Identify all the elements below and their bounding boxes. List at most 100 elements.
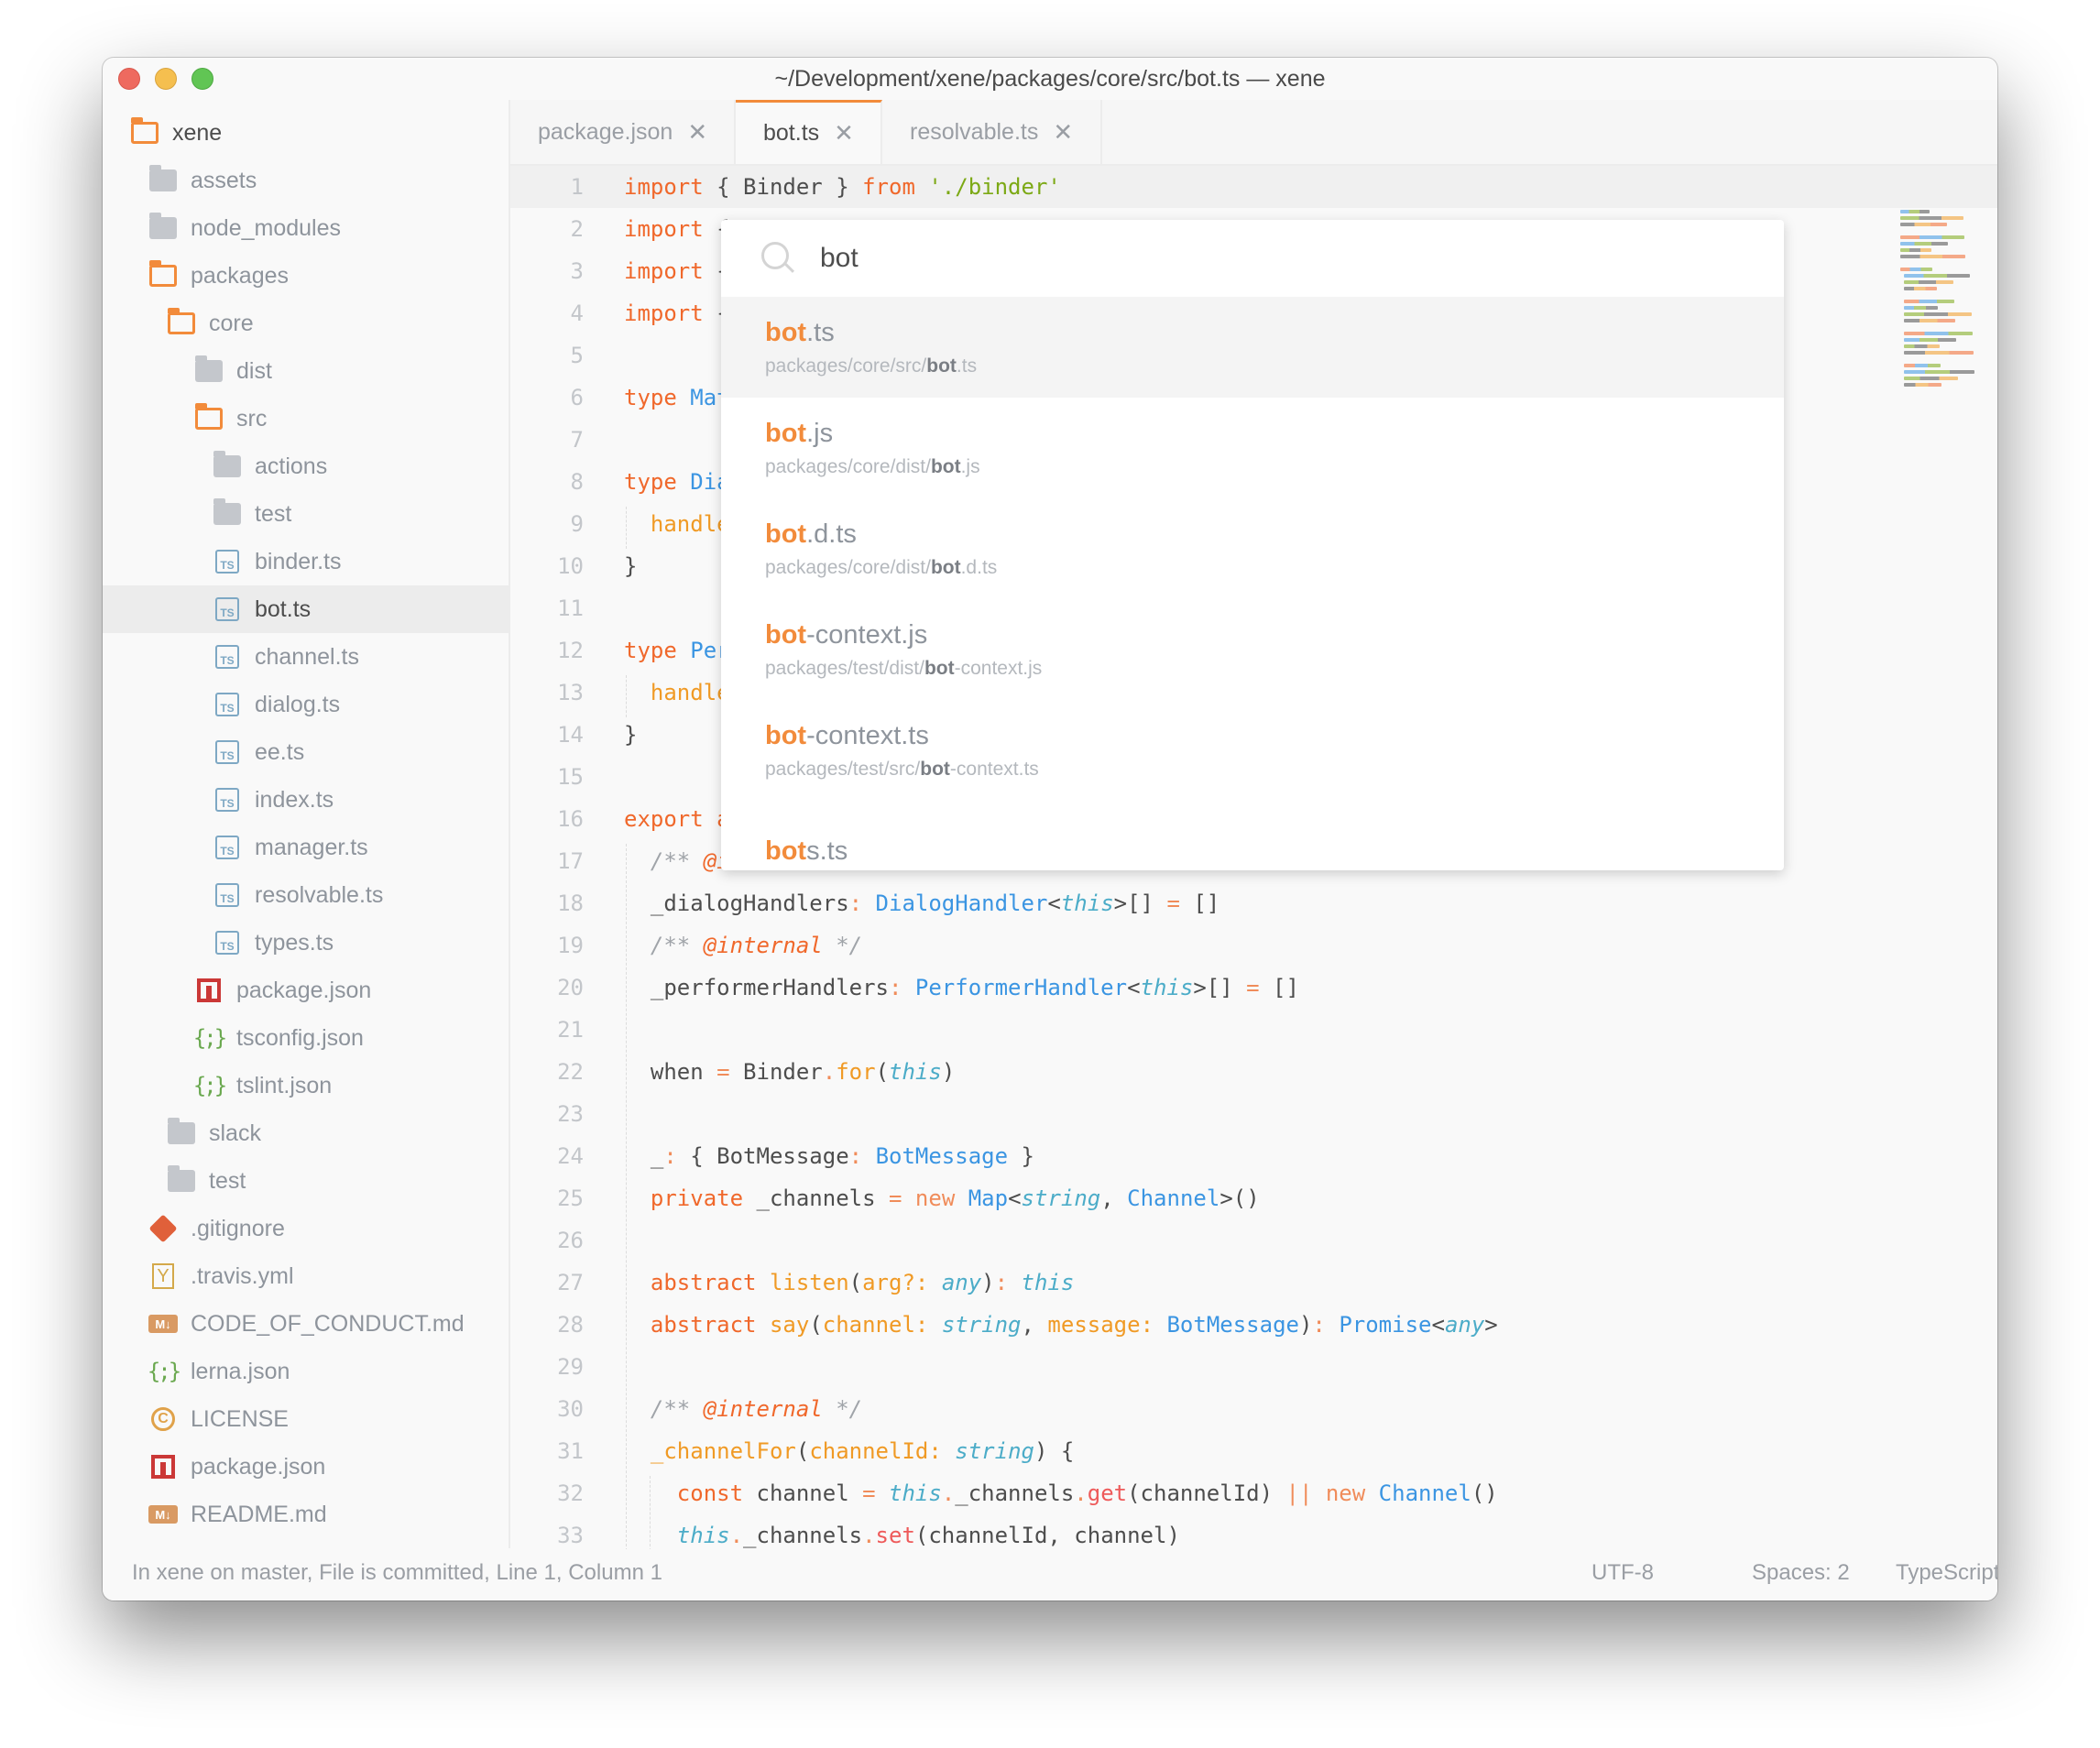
code-line[interactable]: 31 _channelFor(channelId: string) { xyxy=(510,1430,1997,1472)
json-icon-glyph: {;} xyxy=(192,1025,227,1051)
code-line[interactable]: 29 xyxy=(510,1346,1997,1388)
tree-folder[interactable]: core xyxy=(103,300,509,347)
tree-folder[interactable]: dist xyxy=(103,347,509,395)
finder-result[interactable]: bot-context.js packages/test/dist/bot-con… xyxy=(721,599,1784,700)
tree-folder[interactable]: test xyxy=(103,1157,509,1205)
typescript-icon: TS xyxy=(213,787,242,813)
zoom-window-button[interactable] xyxy=(191,68,213,90)
status-encoding[interactable]: UTF-8 xyxy=(1591,1560,1654,1586)
typescript-icon-glyph: TS xyxy=(215,836,239,859)
close-tab-icon[interactable]: ✕ xyxy=(1053,118,1073,147)
close-tab-icon[interactable]: ✕ xyxy=(834,119,854,147)
tree-item-label: actions xyxy=(255,453,328,479)
indent-guide xyxy=(650,1476,651,1549)
tree-file[interactable]: TS index.ts xyxy=(103,776,509,824)
line-number: 14 xyxy=(557,722,584,748)
code-line[interactable]: 21 xyxy=(510,1009,1997,1051)
tree-folder[interactable]: node_modules xyxy=(103,204,509,252)
tree-file[interactable]: M↓ CODE_OF_CONDUCT.md xyxy=(103,1300,509,1348)
tree-file[interactable]: package.json xyxy=(103,967,509,1014)
result-rest: -context.ts xyxy=(806,720,929,750)
folder-open-icon-glyph xyxy=(149,260,177,287)
tree-folder[interactable]: src xyxy=(103,395,509,442)
tree-file[interactable]: M↓ README.md xyxy=(103,1491,509,1538)
code-line[interactable]: 18 _dialogHandlers: DialogHandler<this>[… xyxy=(510,882,1997,924)
tree-file[interactable]: TS channel.ts xyxy=(103,633,509,681)
tree-file[interactable]: {;} tslint.json xyxy=(103,1062,509,1109)
code-line[interactable]: 33 this._channels.set(channelId, channel… xyxy=(510,1514,1997,1549)
code-line[interactable]: 23 xyxy=(510,1093,1997,1135)
folder-icon xyxy=(167,1118,196,1146)
tab-bot-ts[interactable]: bot.ts ✕ xyxy=(736,100,882,164)
tree-file[interactable]: package.json xyxy=(103,1443,509,1491)
finder-result[interactable]: bot-context.ts packages/test/src/bot-cont… xyxy=(721,700,1784,801)
tree-folder[interactable]: actions xyxy=(103,442,509,490)
status-indentation[interactable]: Spaces: 2 xyxy=(1752,1560,1850,1586)
tree-folder[interactable]: packages xyxy=(103,252,509,300)
status-grammar[interactable]: TypeScript xyxy=(1896,1560,1997,1586)
code-text: /** @internal */ xyxy=(650,933,863,958)
code-line[interactable]: 27 abstract listen(arg?: any): this xyxy=(510,1262,1997,1304)
tree-file[interactable]: {;} tsconfig.json xyxy=(103,1014,509,1062)
tree-file[interactable]: TS manager.ts xyxy=(103,824,509,871)
code-line[interactable]: 20 _performerHandlers: PerformerHandler<… xyxy=(510,967,1997,1009)
typescript-icon: TS xyxy=(213,930,242,956)
path-rest: -context.js xyxy=(954,657,1043,679)
minimize-window-button[interactable] xyxy=(155,68,177,90)
fuzzy-finder-panel: bot.tspackages/core/src/bot.tsbot.jspack… xyxy=(721,220,1784,870)
tree-file[interactable]: {;} lerna.json xyxy=(103,1348,509,1395)
tree-file[interactable]: TS binder.ts xyxy=(103,538,509,585)
finder-result[interactable]: bot.ts packages/core/src/bot.ts xyxy=(721,297,1784,398)
tree-folder[interactable]: test xyxy=(103,490,509,538)
line-number: 7 xyxy=(570,427,584,453)
close-window-button[interactable] xyxy=(118,68,140,90)
tree-item-label: node_modules xyxy=(191,214,342,241)
folder-icon-glyph xyxy=(168,1118,195,1144)
tree-file[interactable]: TS bot.ts xyxy=(103,585,509,633)
code-line[interactable]: 1 import { Binder } from './binder' xyxy=(510,166,1997,208)
tab-resolvable-ts[interactable]: resolvable.ts ✕ xyxy=(882,100,1102,164)
path-prefix: packages/test/dist/ xyxy=(765,657,924,679)
json-icon-glyph: {;} xyxy=(192,1073,227,1098)
tree-file[interactable]: TS types.ts xyxy=(103,919,509,967)
line-number: 12 xyxy=(557,638,584,663)
tree-file[interactable]: TS resolvable.ts xyxy=(103,871,509,919)
code-text: _: { BotMessage: BotMessage } xyxy=(624,1143,1034,1169)
path-match: bot xyxy=(930,556,961,578)
tree-folder[interactable]: assets xyxy=(103,157,509,204)
json-icon: {;} xyxy=(192,1025,227,1051)
tree-file[interactable]: TS dialog.ts xyxy=(103,681,509,728)
finder-result[interactable]: bot.js packages/core/dist/bot.js xyxy=(721,398,1784,498)
result-path: packages/core/src/bot.ts xyxy=(765,355,1784,377)
editor-window: ~/Development/xene/packages/core/src/bot… xyxy=(103,58,1997,1601)
tree-item-label: assets xyxy=(191,167,257,193)
finder-result[interactable]: bots.ts xyxy=(721,801,1784,870)
tree-item-label: README.md xyxy=(191,1501,327,1527)
path-rest: .d.ts xyxy=(960,556,998,578)
code-line[interactable]: 19 /** @internal */ xyxy=(510,924,1997,967)
code-line[interactable]: 26 xyxy=(510,1219,1997,1262)
close-tab-icon[interactable]: ✕ xyxy=(687,118,707,147)
finder-result[interactable]: bot.d.ts packages/core/dist/bot.d.ts xyxy=(721,498,1784,599)
tree-item-label: package.json xyxy=(191,1453,326,1480)
code-line[interactable]: 24 _: { BotMessage: BotMessage } xyxy=(510,1135,1997,1177)
tree-file[interactable]: Y .travis.yml xyxy=(103,1252,509,1300)
tree-file[interactable]: .gitignore xyxy=(103,1205,509,1252)
code-line[interactable]: 32 const channel = this._channels.get(ch… xyxy=(510,1472,1997,1514)
finder-search-input[interactable] xyxy=(818,242,1646,275)
status-git-cursor[interactable]: In xene on master, File is committed, Li… xyxy=(132,1560,662,1586)
code-line[interactable]: 28 abstract say(channel: string, message… xyxy=(510,1304,1997,1346)
code-line[interactable]: 25 private _channels = new Map<string, C… xyxy=(510,1177,1997,1219)
code-line[interactable]: 30 /** @internal */ xyxy=(510,1388,1997,1430)
code-line[interactable]: 22 when = Binder.for(this) xyxy=(510,1051,1997,1093)
line-number: 2 xyxy=(570,216,584,242)
tree-file[interactable]: TS ee.ts xyxy=(103,728,509,776)
tree-item-label: LICENSE xyxy=(191,1405,289,1432)
result-filename: bot-context.js xyxy=(765,620,1784,650)
tree-folder[interactable]: slack xyxy=(103,1109,509,1157)
folder-open-icon xyxy=(148,260,178,289)
json-icon-glyph: {;} xyxy=(147,1359,181,1384)
tab-package-json[interactable]: package.json ✕ xyxy=(510,100,736,164)
tree-folder[interactable]: xene xyxy=(103,109,509,157)
tree-file[interactable]: C LICENSE xyxy=(103,1395,509,1443)
